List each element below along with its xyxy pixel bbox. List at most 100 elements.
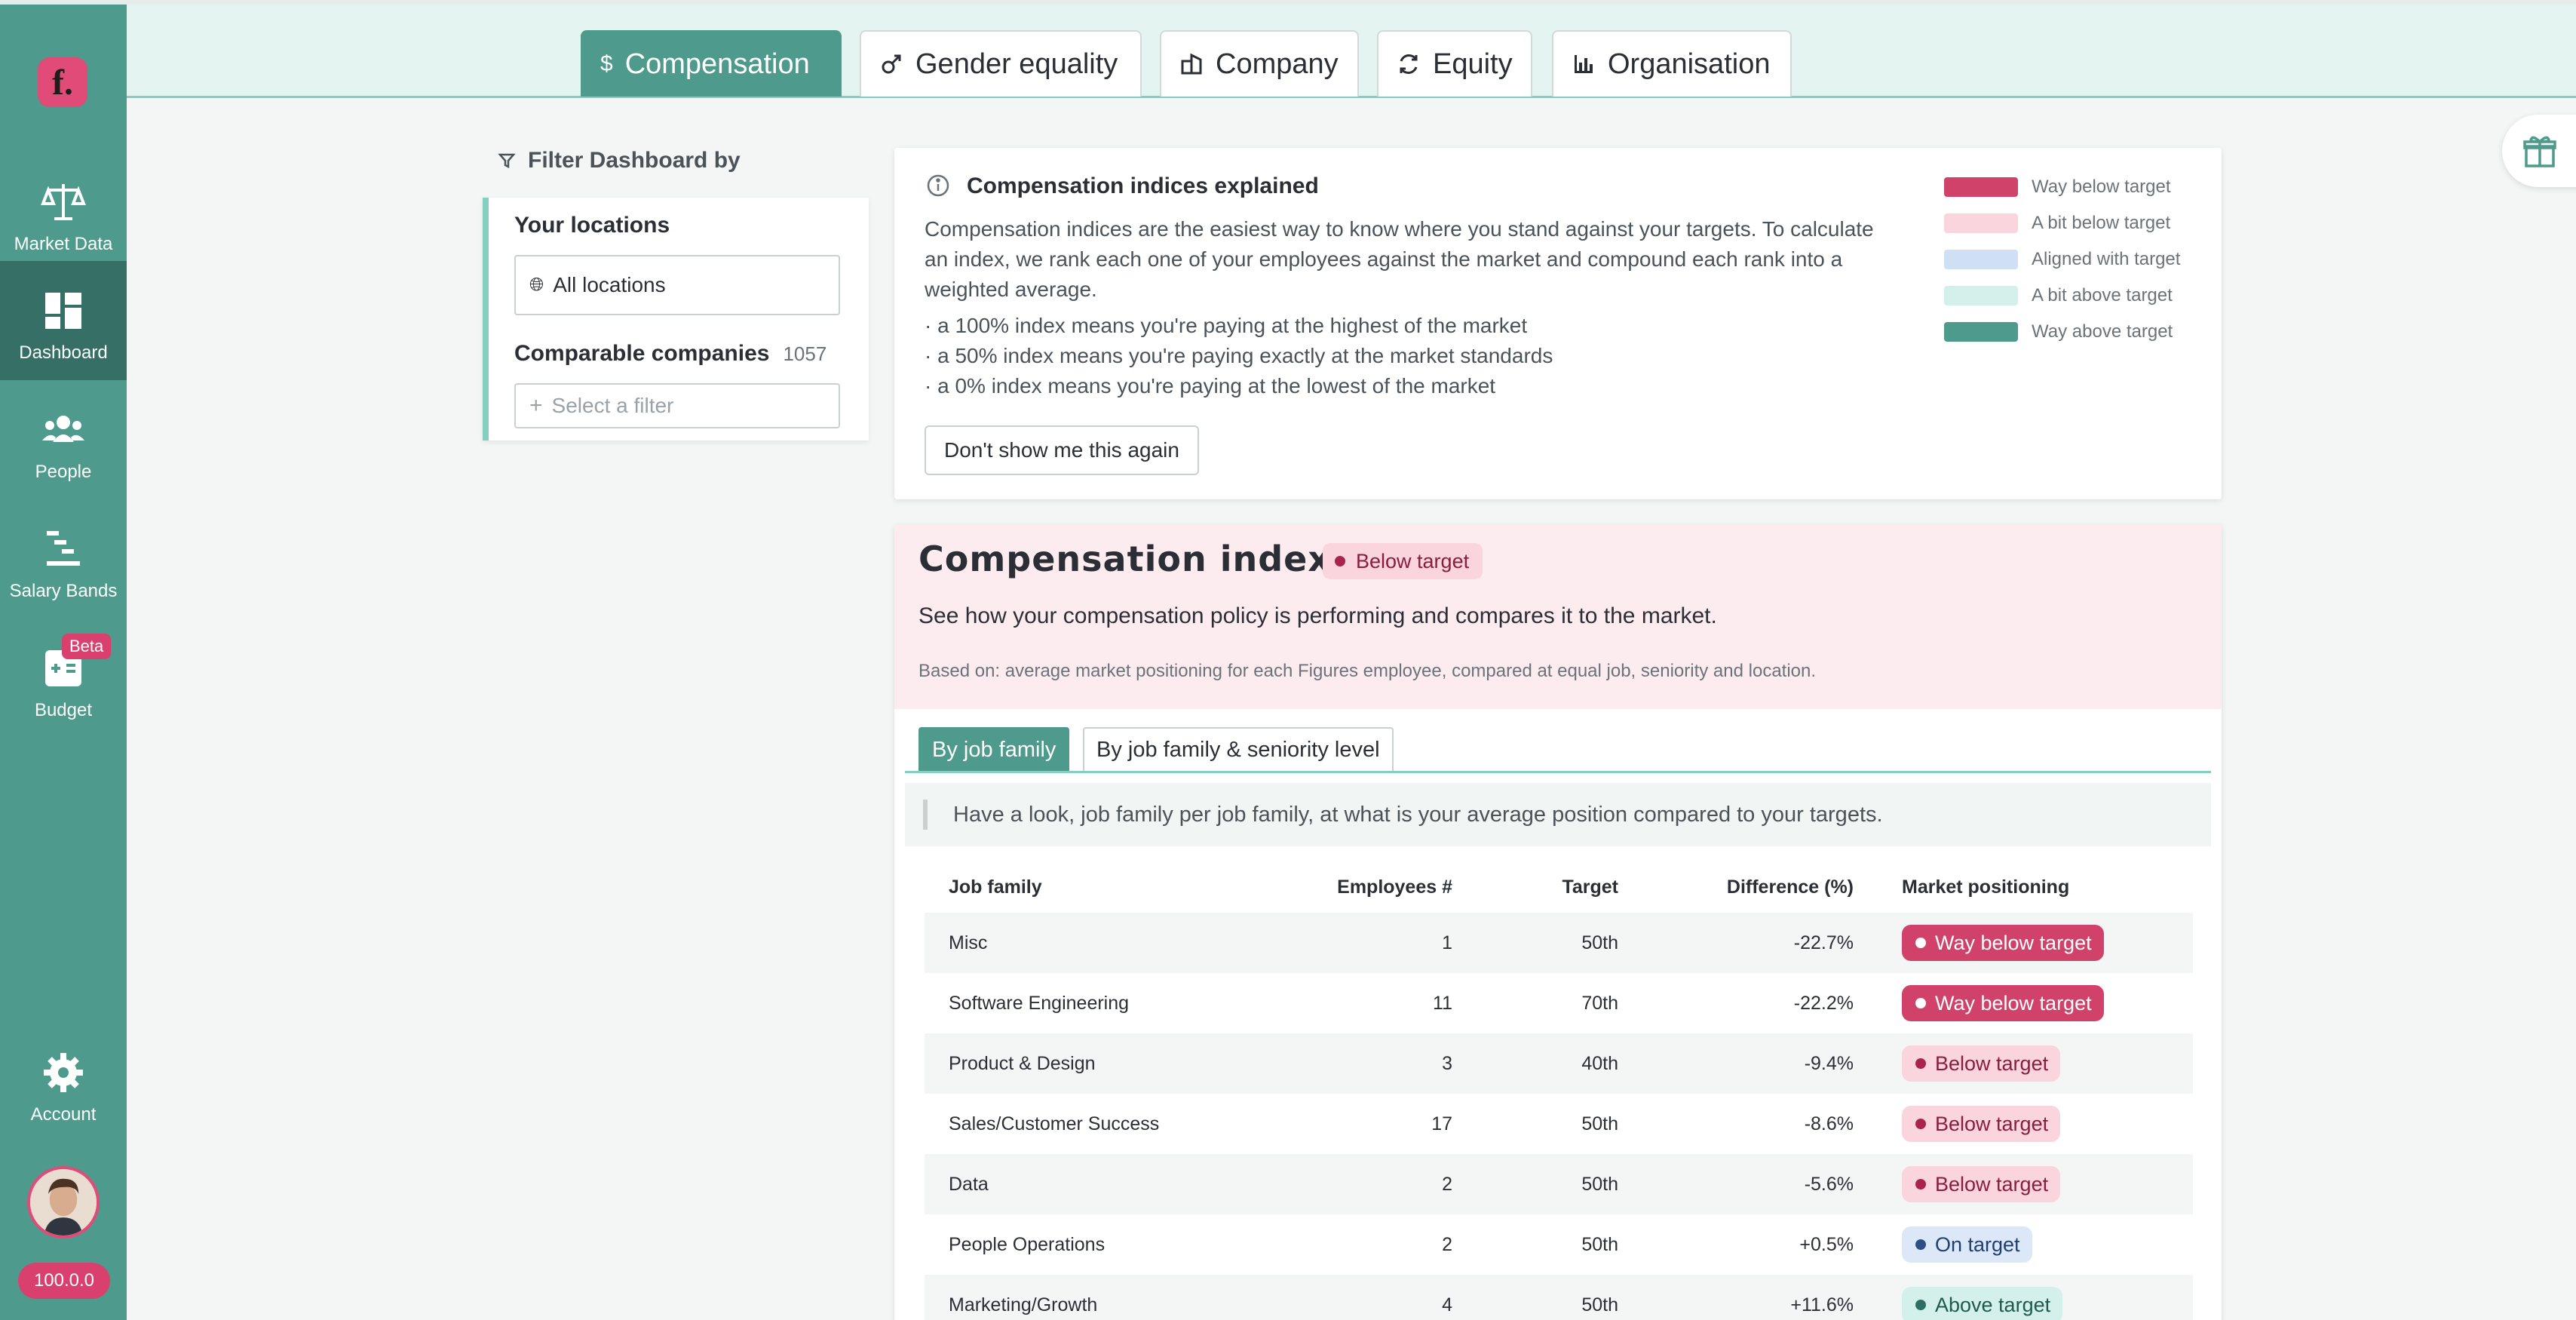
nav-label: Account	[30, 1104, 97, 1125]
positioning-text: Below target	[1935, 1172, 2049, 1196]
globe-icon: 🌐︎	[529, 275, 544, 295]
col-employees[interactable]: Employees #	[1271, 876, 1452, 898]
positioning-text: Below target	[1935, 1112, 2049, 1135]
plus-icon: +	[529, 393, 543, 418]
locations-value: All locations	[553, 273, 666, 296]
indices-explainer-card: Compensation indices explained Compensat…	[894, 148, 2222, 499]
app-logo[interactable]: f.	[38, 57, 87, 107]
legend-swatch	[1944, 177, 2018, 197]
building-icon	[1181, 53, 1202, 75]
gift-button[interactable]	[2502, 115, 2576, 187]
positioning-dot	[1915, 1119, 1926, 1129]
cell-market-positioning: Below target	[1854, 1106, 2193, 1142]
cell-market-positioning: Above target	[1854, 1287, 2193, 1320]
legend-item: Way below target	[1944, 169, 2180, 205]
table-row[interactable]: Product & Design 3 40th -9.4% Below target	[925, 1033, 2193, 1094]
table-row[interactable]: Data 2 50th -5.6% Below target	[925, 1154, 2193, 1214]
cell-job-family: Product & Design	[949, 1052, 1096, 1074]
comparable-count: 1057	[783, 342, 827, 365]
explainer-title: Compensation indices explained	[967, 173, 1319, 198]
cell-target: 50th	[1581, 1173, 1618, 1195]
cell-difference: -9.4%	[1804, 1052, 1854, 1074]
gender-icon	[882, 54, 901, 74]
cell-target: 50th	[1581, 932, 1618, 953]
nav-label: People	[35, 462, 92, 482]
positioning-dot	[1915, 1058, 1926, 1069]
nav-label: Market Data	[14, 234, 113, 254]
cell-employees: 1	[1442, 932, 1452, 953]
table-row[interactable]: Software Engineering 11 70th -22.2% Way belo…	[925, 973, 2193, 1033]
tab-label: Compensation	[624, 48, 810, 80]
subtab-by-job-family[interactable]: By job family	[918, 727, 1070, 771]
cell-target: 50th	[1581, 1294, 1618, 1315]
positioning-badge: Below target	[1902, 1045, 2061, 1082]
cell-job-family: Marketing/Growth	[949, 1294, 1098, 1315]
info-icon	[927, 174, 949, 197]
status-dot	[1335, 556, 1345, 566]
col-difference[interactable]: Difference (%)	[1618, 876, 1854, 898]
positioning-text: Way below target	[1935, 931, 2092, 954]
cell-job-family: Sales/Customer Success	[949, 1113, 1160, 1134]
table-row[interactable]: Sales/Customer Success 17 50th -8.6% Below t…	[925, 1094, 2193, 1154]
positioning-badge: Below target	[1902, 1166, 2061, 1202]
subtab-by-job-family-seniority[interactable]: By job family & seniority level	[1083, 727, 1394, 771]
nav-salary-bands[interactable]: Salary Bands	[0, 499, 127, 619]
legend-swatch	[1944, 213, 2018, 233]
tab-organisation[interactable]: Organisation	[1552, 30, 1792, 97]
cell-target: 40th	[1581, 1052, 1618, 1074]
cell-difference: -5.6%	[1804, 1173, 1854, 1195]
table-row[interactable]: People Operations 2 50th +0.5% On target	[925, 1214, 2193, 1275]
add-filter-input[interactable]: + Select a filter	[514, 383, 840, 428]
positioning-text: Below target	[1935, 1051, 2049, 1075]
filter-title: Filter Dashboard by	[498, 148, 741, 173]
cell-target: 50th	[1581, 1233, 1618, 1255]
salary-bands-icon	[47, 531, 80, 566]
cell-market-positioning: Way below target	[1854, 985, 2193, 1021]
cell-difference: +0.5%	[1799, 1233, 1854, 1255]
table-row[interactable]: Marketing/Growth 4 50th +11.6% Above target	[925, 1275, 2193, 1320]
cell-employees: 2	[1442, 1233, 1452, 1255]
avatar[interactable]	[27, 1166, 100, 1239]
nav-market-data[interactable]: Market Data	[0, 152, 127, 272]
scales-icon	[41, 184, 86, 220]
gift-icon	[2523, 136, 2556, 167]
tab-label: Gender equality	[915, 48, 1118, 80]
col-market-positioning[interactable]: Market positioning	[1854, 876, 2193, 898]
cell-employees: 17	[1431, 1113, 1452, 1134]
positioning-badge: Way below target	[1902, 985, 2104, 1021]
col-target[interactable]: Target	[1452, 876, 1618, 898]
cell-employees: 11	[1433, 992, 1452, 1014]
tab-gender-equality[interactable]: Gender equality	[860, 30, 1142, 97]
beta-badge: Beta	[62, 634, 112, 659]
legend-swatch	[1944, 286, 2018, 305]
legend-label: Way below target	[2032, 177, 2171, 197]
nav-account[interactable]: Account	[0, 1023, 127, 1142]
nav-people[interactable]: People	[0, 380, 127, 499]
tab-label: Equity	[1433, 48, 1513, 80]
compensation-index-card: Compensation index Below target See how …	[894, 525, 2222, 1320]
legend-item: Way above target	[1944, 314, 2180, 350]
status-badge: Below target	[1323, 543, 1483, 579]
positioning-badge: On target	[1902, 1226, 2032, 1263]
tab-company[interactable]: Company	[1160, 30, 1359, 97]
tab-equity[interactable]: Equity	[1377, 30, 1532, 97]
nav-budget[interactable]: Budget Beta	[0, 619, 127, 738]
table-note: Have a look, job family per job family, …	[905, 783, 2211, 846]
dont-show-again-button[interactable]: Don't show me this again	[925, 425, 1199, 475]
index-based-on: Based on: average market positioning for…	[918, 661, 1817, 681]
filter-card: Your locations 🌐︎ All locations Comparab…	[483, 198, 869, 441]
positioning-badge: Way below target	[1902, 925, 2104, 961]
filter-icon	[498, 153, 516, 169]
sidebar: f. Market Data Dashboard People Salary B…	[0, 0, 127, 1320]
nav-dashboard[interactable]: Dashboard	[0, 261, 127, 380]
equity-icon	[1400, 54, 1418, 74]
locations-select[interactable]: 🌐︎ All locations	[514, 255, 840, 315]
tab-label: Organisation	[1608, 48, 1771, 80]
explainer-body: Compensation indices are the easiest way…	[925, 217, 1874, 301]
table-row[interactable]: Misc 1 50th -22.7% Way below target	[925, 913, 2193, 973]
col-job-family[interactable]: Job family	[925, 876, 1271, 898]
tab-compensation[interactable]: $ Compensation	[581, 30, 842, 97]
people-icon	[42, 416, 84, 442]
nav-label: Salary Bands	[9, 581, 118, 601]
legend-item: Aligned with target	[1944, 241, 2180, 278]
